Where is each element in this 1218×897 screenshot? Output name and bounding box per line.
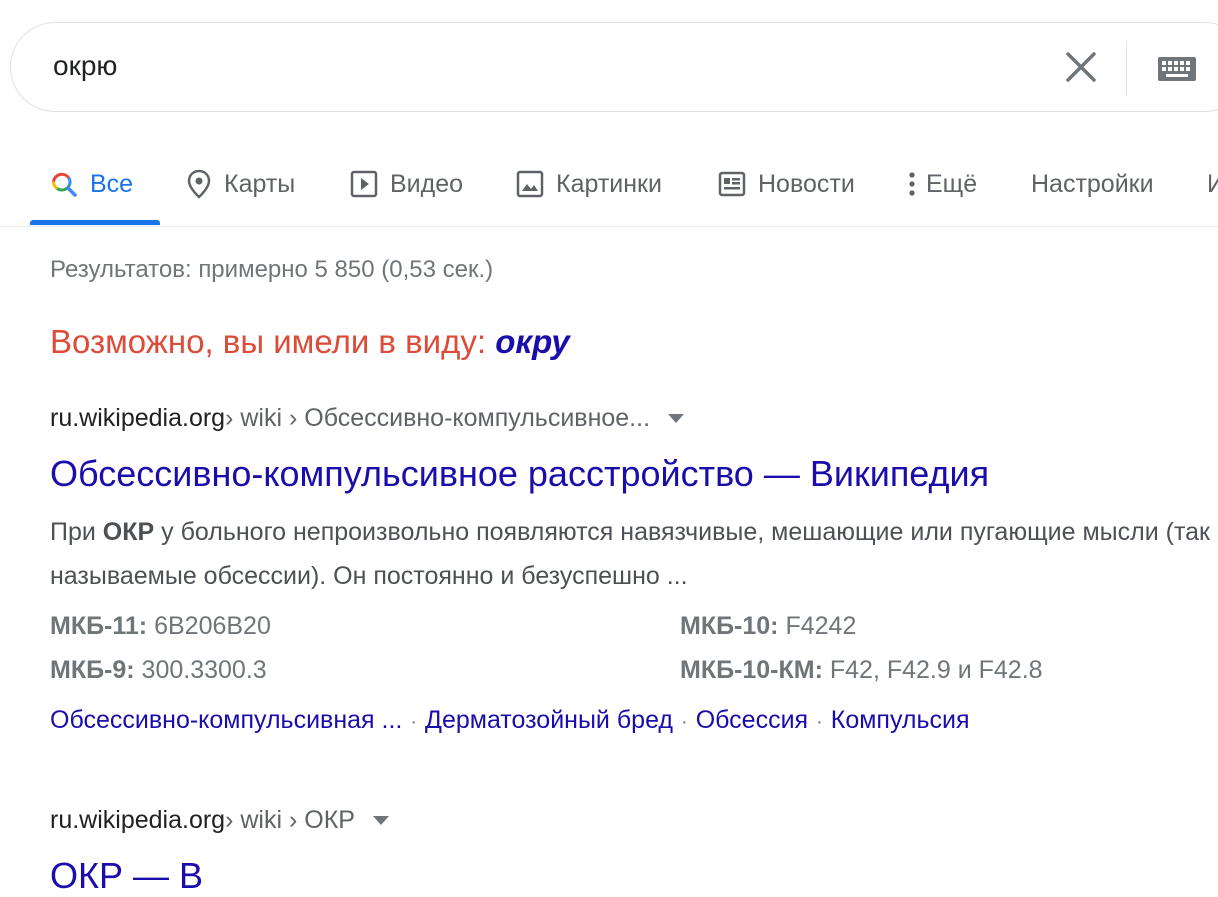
- tab-label: Ещё: [926, 169, 978, 198]
- fact-icd11: МКБ-11: 6B206B20: [50, 612, 271, 641]
- result-stats: Результатов: примерно 5 850 (0,53 сек.): [50, 256, 494, 283]
- fact-icd10: МКБ-10: F4242: [680, 612, 856, 641]
- news-icon: [718, 171, 746, 197]
- result-title-link[interactable]: ОКР — В: [50, 855, 203, 897]
- search-box[interactable]: окрю: [10, 22, 1218, 112]
- tab-label: Настройки: [1031, 169, 1154, 198]
- snippet-text: у больного непроизвольно появляются навя…: [50, 518, 1210, 590]
- result-path: › wiki › Обсессивно-компульсивное...: [225, 404, 651, 432]
- tab-more[interactable]: Ещё: [908, 164, 977, 204]
- tab-label: Все: [90, 169, 134, 198]
- tab-label: И: [1207, 169, 1218, 198]
- tab-label: Новости: [758, 169, 855, 198]
- fact-value: 300.3300.3: [134, 656, 267, 684]
- image-icon: [516, 170, 544, 198]
- sitelink[interactable]: Компульсия: [831, 706, 970, 734]
- tab-news[interactable]: Новости: [718, 164, 855, 204]
- result-title-link[interactable]: Обсессивно-компульсивное расстройство — …: [50, 453, 989, 495]
- fact-value: F42, F42.9 и F42.8: [822, 656, 1043, 684]
- search-tabs: Все Карты Видео Картинки Новости Ещё Нас…: [0, 140, 1218, 227]
- divider: [1126, 41, 1127, 96]
- tab-label: Видео: [390, 169, 464, 198]
- sitelink[interactable]: Обсессивно-компульсивная ...: [50, 706, 402, 734]
- close-icon[interactable]: [1063, 49, 1099, 85]
- fact-icd10cm: МКБ-10-КМ: F42, F42.9 и F42.8: [680, 656, 1043, 685]
- did-you-mean-prefix: Возможно, вы имели в виду:: [50, 323, 496, 360]
- fact-value: F4242: [778, 612, 857, 640]
- separator: ·: [681, 711, 688, 733]
- tab-label: Картинки: [556, 169, 662, 198]
- more-vert-icon: [908, 171, 916, 197]
- chevron-down-icon[interactable]: [372, 816, 389, 825]
- tab-maps[interactable]: Карты: [186, 164, 295, 204]
- fact-label: МКБ-10:: [680, 612, 779, 640]
- video-icon: [350, 170, 378, 198]
- snippet-text: При: [50, 518, 103, 546]
- fact-label: МКБ-9:: [50, 656, 135, 684]
- search-input[interactable]: окрю: [53, 50, 117, 82]
- chevron-down-icon[interactable]: [668, 414, 685, 423]
- fact-value: 6B206B20: [147, 612, 271, 640]
- tab-label: Карты: [224, 169, 296, 198]
- result-breadcrumb[interactable]: ru.wikipedia.org › wiki › ОКР: [50, 806, 389, 835]
- result-snippet: При ОКР у больного непроизвольно появляю…: [50, 510, 1210, 598]
- separator: ·: [816, 711, 823, 733]
- fact-label: МКБ-10-КМ:: [680, 656, 823, 684]
- tab-settings[interactable]: Настройки: [1031, 164, 1154, 204]
- sitelink[interactable]: Обсессия: [696, 706, 808, 734]
- map-pin-icon: [186, 169, 212, 199]
- separator: ·: [410, 711, 418, 733]
- active-tab-indicator: [30, 220, 160, 225]
- tab-tools[interactable]: И: [1207, 164, 1218, 204]
- result-domain: ru.wikipedia.org: [50, 806, 226, 834]
- tab-images[interactable]: Картинки: [516, 164, 662, 204]
- did-you-mean-link[interactable]: окру: [495, 323, 570, 360]
- fact-icd9: МКБ-9: 300.3300.3: [50, 656, 267, 685]
- tab-video[interactable]: Видео: [350, 164, 463, 204]
- sitelink[interactable]: Дерматозойный бред: [425, 706, 673, 734]
- tab-all[interactable]: Все: [50, 164, 133, 204]
- result-domain: ru.wikipedia.org: [50, 404, 226, 432]
- fact-label: МКБ-11:: [50, 612, 148, 640]
- sitelinks: Обсессивно-компульсивная ... · Дерматозойн…: [50, 706, 970, 735]
- result-path: › wiki › ОКР: [225, 806, 355, 834]
- keyboard-icon[interactable]: [1157, 56, 1197, 87]
- result-breadcrumb[interactable]: ru.wikipedia.org › wiki › Обсессивно-ком…: [50, 404, 685, 433]
- did-you-mean: Возможно, вы имели в виду: окру: [50, 323, 570, 361]
- search-icon: [50, 170, 78, 198]
- snippet-highlight: ОКР: [102, 518, 155, 546]
